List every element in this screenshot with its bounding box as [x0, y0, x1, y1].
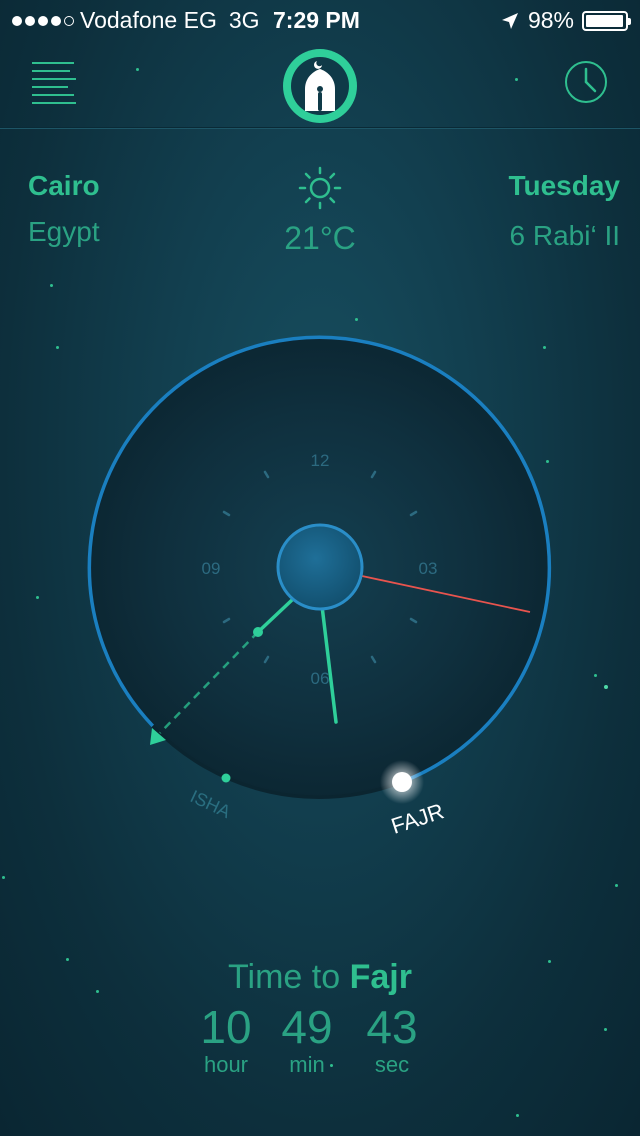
star-decoration [615, 884, 618, 887]
prayer-clock-dial: 12 03 06 09 ISHA FAJR [87, 335, 552, 839]
star-decoration [515, 78, 518, 81]
countdown-prayer: Fajr [349, 958, 412, 996]
city-name: Cairo [28, 170, 100, 201]
status-bar: Vodafone EG 3G 7:29 PM 98% [0, 0, 640, 40]
star-decoration [50, 284, 53, 287]
hour-hand-tip [253, 627, 263, 637]
battery-icon [582, 10, 631, 31]
temperature: 21°C [284, 220, 356, 256]
dial-label-12: 12 [311, 451, 330, 470]
clock-icon[interactable] [564, 60, 608, 104]
next-prayer-label: FAJR [388, 798, 447, 838]
dial-label-09: 09 [202, 559, 221, 578]
mosque-logo-icon[interactable] [281, 47, 359, 125]
battery-percent: 98% [527, 7, 574, 33]
countdown-seconds: 43 [366, 1001, 418, 1053]
network-type: 3G [228, 7, 260, 33]
location-arrow-icon [501, 12, 518, 29]
star-decoration [604, 1028, 607, 1031]
countdown-title: Time to Fajr [0, 958, 640, 997]
isha-dot [221, 773, 231, 783]
sun-icon [298, 166, 342, 210]
previous-prayer-label: ISHA [187, 786, 234, 822]
status-left: Vodafone EG 3G [12, 7, 260, 34]
status-time: 7:29 PM [273, 7, 360, 33]
star-decoration [2, 876, 5, 879]
signal-strength-icon [12, 15, 74, 26]
hijri-date: 6 Rabi‘ II [509, 220, 621, 251]
menu-icon[interactable] [32, 62, 78, 106]
star-decoration [136, 68, 139, 71]
dial-label-03: 03 [419, 559, 438, 578]
weekday: Tuesday [508, 170, 620, 201]
dial-label-06: 06 [311, 669, 330, 688]
fajr-dot[interactable] [392, 772, 412, 792]
countdown-prefix: Time to [228, 958, 341, 996]
star-decoration [516, 1114, 519, 1117]
country-name: Egypt [28, 216, 100, 247]
dial-center [276, 523, 364, 611]
nav-divider [0, 127, 640, 128]
sec-label: sec [374, 1052, 410, 1077]
carrier-name: Vodafone EG [80, 7, 217, 33]
status-right: 98% [500, 7, 631, 34]
